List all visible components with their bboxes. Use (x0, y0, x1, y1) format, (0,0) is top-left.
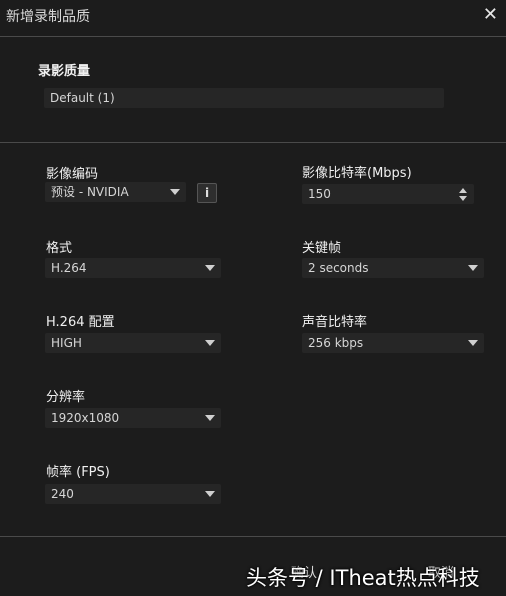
keyframe-label: 关键帧 (302, 241, 342, 256)
chevron-down-icon (205, 265, 215, 271)
bitrate-label: 影像比特率(Mbps) (302, 166, 412, 181)
audio-bitrate-label: 声音比特率 (302, 315, 368, 330)
quality-name-input[interactable]: Default (1) (44, 88, 444, 108)
divider (0, 36, 506, 37)
bitrate-input[interactable]: 150 (302, 184, 474, 204)
profile-label: H.264 配置 (46, 315, 115, 330)
dialog-title: 新增录制品质 (6, 9, 90, 25)
resolution-label: 分辨率 (46, 390, 86, 405)
audio-bitrate-value: 256 kbps (308, 336, 364, 350)
chevron-down-icon (468, 340, 478, 346)
info-icon[interactable]: i (197, 183, 217, 203)
framerate-select[interactable]: 240 (45, 484, 221, 504)
encoder-label: 影像编码 (46, 167, 99, 182)
framerate-label: 帧率 (FPS) (46, 465, 110, 480)
format-select[interactable]: H.264 (45, 258, 221, 278)
audio-bitrate-select[interactable]: 256 kbps (302, 333, 484, 353)
chevron-down-icon (205, 340, 215, 346)
quality-name-value: Default (1) (50, 91, 115, 105)
format-label: 格式 (46, 241, 73, 256)
chevron-down-icon (468, 265, 478, 271)
chevron-down-icon (170, 189, 180, 195)
keyframe-value: 2 seconds (308, 261, 369, 275)
spinner-icon[interactable] (458, 186, 468, 202)
framerate-value: 240 (51, 487, 74, 501)
resolution-select[interactable]: 1920x1080 (45, 408, 221, 428)
chevron-down-icon (205, 491, 215, 497)
resolution-value: 1920x1080 (51, 411, 120, 425)
profile-select[interactable]: HIGH (45, 333, 221, 353)
bitrate-value: 150 (308, 187, 331, 201)
quality-label: 录影质量 (38, 64, 91, 79)
watermark-text: 头条号 / ITheat热点科技 (246, 566, 480, 590)
encoder-value: 预设 - NVIDIA (51, 185, 129, 199)
format-value: H.264 (51, 261, 87, 275)
keyframe-select[interactable]: 2 seconds (302, 258, 484, 278)
close-icon[interactable]: ✕ (483, 4, 498, 25)
divider (0, 142, 506, 143)
profile-value: HIGH (51, 336, 82, 350)
divider (0, 536, 506, 537)
encoder-select[interactable]: 预设 - NVIDIA (45, 182, 186, 202)
chevron-down-icon (205, 415, 215, 421)
